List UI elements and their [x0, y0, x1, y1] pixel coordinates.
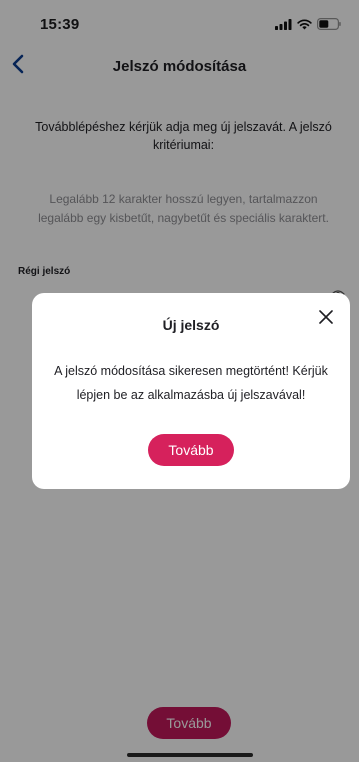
close-button[interactable]: [316, 307, 336, 327]
close-icon: [319, 310, 333, 324]
dialog-message: A jelszó módosítása sikeresen megtörtént…: [54, 364, 328, 402]
home-indicator[interactable]: [127, 753, 253, 757]
success-dialog: Új jelszó A jelszó módosítása sikeresen …: [32, 293, 350, 489]
dialog-title: Új jelszó: [162, 317, 220, 333]
dialog-continue-button[interactable]: Tovább: [148, 434, 234, 466]
